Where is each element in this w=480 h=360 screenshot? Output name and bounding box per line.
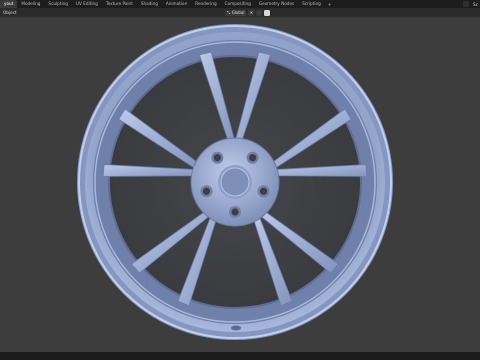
header-tools: ⤡ Global ✕ ◦ [225, 9, 271, 16]
proportional-edit-icon: ◦ [258, 10, 261, 15]
lug-hole [231, 208, 239, 216]
workspace-tab-modeling[interactable]: Modeling [17, 0, 44, 8]
transform-orientation-dropdown[interactable]: ⤡ Global [225, 9, 247, 16]
snap-toggle[interactable]: ✕ [248, 9, 255, 16]
workspace-tab-animation[interactable]: Animation [162, 0, 191, 8]
workspace-tab-layout[interactable]: yout [0, 0, 18, 8]
wheel-model[interactable] [0, 17, 480, 352]
3d-viewport[interactable] [0, 17, 480, 352]
transform-orientation-label: Global [231, 10, 245, 15]
snap-icon: ✕ [249, 10, 254, 15]
viewport-shading-button[interactable] [264, 9, 271, 16]
viewport-header: Object ⤡ Global ✕ ◦ [0, 8, 480, 17]
workspace-tab-compositing[interactable]: Compositing [221, 0, 255, 8]
object-mode-menu[interactable]: Object [3, 8, 17, 17]
workspace-tab-shading[interactable]: Shading [137, 0, 162, 8]
workspace-tab-uv-editing[interactable]: UV Editing [72, 0, 102, 8]
workspace-tabs-bar: yout Modeling Sculpting UV Editing Textu… [0, 0, 480, 8]
valve-stem [231, 325, 241, 331]
scene-label[interactable]: Sc [473, 2, 478, 7]
lug-hole [213, 154, 221, 162]
lug-hole [259, 187, 268, 195]
workspace-tab-scripting[interactable]: Scripting [298, 0, 325, 8]
transform-orientation-icon: ⤡ [227, 10, 231, 15]
workspace-tab-sculpting[interactable]: Sculpting [44, 0, 72, 8]
add-workspace-button[interactable]: + [325, 2, 335, 7]
workspace-tab-texture-paint[interactable]: Texture Paint [102, 0, 137, 8]
proportional-edit-toggle[interactable]: ◦ [256, 9, 263, 16]
status-bar [0, 352, 480, 360]
lug-hole [202, 187, 211, 195]
topbar-right: Sc [463, 0, 478, 8]
lug-hole [249, 154, 257, 162]
workspace-tab-rendering[interactable]: Rendering [191, 0, 220, 8]
scene-icon[interactable] [463, 1, 470, 7]
workspace-tab-geometry-nodes[interactable]: Geometry Nodes [255, 0, 298, 8]
